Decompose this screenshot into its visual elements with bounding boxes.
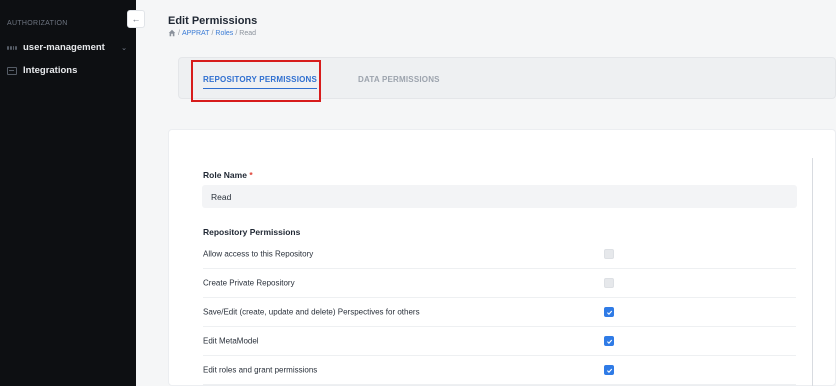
sidebar-section-label: AUTHORIZATION (7, 20, 68, 27)
permission-label: Edit roles and grant permissions (203, 365, 318, 375)
permission-row: Edit roles and grant permissions (203, 356, 796, 385)
breadcrumb: / APPRAT / Roles / Read (168, 29, 256, 37)
permission-label: Save/Edit (create, update and delete) Pe… (203, 307, 420, 317)
sidebar-item-label: user-management (23, 42, 105, 53)
check-icon (606, 310, 612, 315)
collapse-sidebar-button[interactable]: ← (127, 10, 145, 28)
permission-checkbox[interactable] (604, 278, 614, 288)
permission-row: Save/Edit (create, update and delete) Pe… (203, 298, 796, 327)
permission-checkbox[interactable] (604, 307, 614, 317)
page-title: Edit Permissions (168, 15, 258, 27)
breadcrumb-roles[interactable]: Roles (215, 30, 233, 37)
breadcrumb-separator: / (178, 29, 180, 37)
required-mark: * (249, 170, 253, 180)
permission-label: Allow access to this Repository (203, 249, 314, 259)
breadcrumb-separator: / (235, 29, 238, 37)
home-icon[interactable] (168, 29, 176, 37)
repository-permissions-heading: Repository Permissions (203, 227, 301, 237)
role-name-input[interactable] (202, 185, 797, 208)
arrow-left-icon: ← (131, 14, 141, 24)
permission-row: Create Private Repository (203, 269, 796, 298)
permission-label: Edit MetaModel (203, 336, 259, 346)
grid-icon (7, 43, 17, 53)
scrollbar[interactable] (812, 158, 813, 386)
breadcrumb-current: Read (239, 29, 256, 37)
permission-label: Create Private Repository (203, 278, 295, 288)
tab-data-permissions[interactable]: DATA PERMISSIONS (358, 58, 440, 100)
sidebar-item-label: Integrations (23, 65, 78, 76)
permission-row: Allow access to this Repository (203, 240, 796, 269)
permission-checkbox[interactable] (604, 249, 614, 259)
integrations-icon (7, 66, 17, 76)
check-icon (606, 368, 612, 373)
permission-checkbox[interactable] (604, 365, 614, 375)
highlight-annotation-box (191, 60, 321, 102)
permission-checkbox[interactable] (604, 336, 614, 346)
sidebar-item-integrations[interactable]: Integrations (7, 65, 127, 76)
check-icon (606, 339, 612, 344)
chevron-down-icon: ⌄ (121, 44, 127, 52)
sidebar-item-user-management[interactable]: user-management ⌄ (7, 42, 127, 53)
permission-row: Edit MetaModel (203, 327, 796, 356)
sidebar: AUTHORIZATION user-management ⌄ Integrat… (0, 0, 136, 386)
breadcrumb-apprat[interactable]: APPRAT (182, 30, 210, 37)
breadcrumb-separator: / (211, 29, 214, 37)
role-name-label: Role Name * (203, 170, 253, 180)
